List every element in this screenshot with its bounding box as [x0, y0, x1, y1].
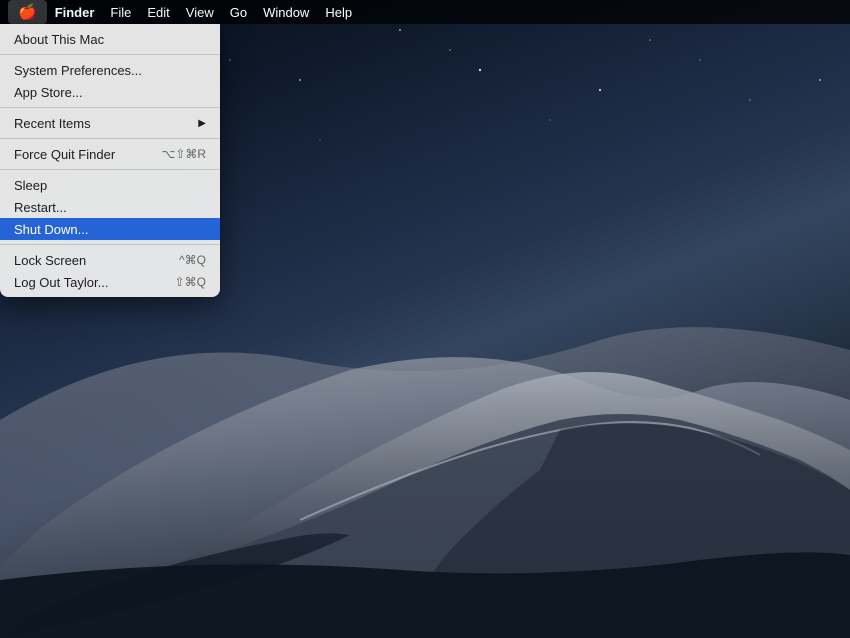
restart-label: Restart...	[14, 200, 67, 215]
force-quit-shortcut: ⌥⇧⌘R	[161, 147, 206, 161]
apple-menu-trigger[interactable]: 🍎	[8, 0, 47, 24]
window-label: Window	[263, 5, 309, 20]
shutdown-item[interactable]: Shut Down...	[0, 218, 220, 240]
separator-4	[0, 169, 220, 170]
lock-screen-item[interactable]: Lock Screen ^⌘Q	[0, 249, 220, 271]
recent-items-label: Recent Items	[14, 116, 91, 131]
shutdown-label: Shut Down...	[14, 222, 88, 237]
file-label: File	[110, 5, 131, 20]
system-preferences-label: System Preferences...	[14, 63, 142, 78]
recent-items-item[interactable]: Recent Items ▶	[0, 112, 220, 134]
finder-label: Finder	[55, 5, 95, 20]
finder-menu[interactable]: Finder	[47, 0, 103, 24]
about-this-mac-item[interactable]: About This Mac	[0, 28, 220, 50]
file-menu[interactable]: File	[102, 0, 139, 24]
about-this-mac-label: About This Mac	[14, 32, 104, 47]
edit-menu[interactable]: Edit	[139, 0, 177, 24]
recent-items-arrow-icon: ▶	[198, 118, 206, 129]
force-quit-label: Force Quit Finder	[14, 147, 115, 162]
separator-3	[0, 138, 220, 139]
menubar: 🍎 Finder File Edit View Go Window Help	[0, 0, 850, 24]
sleep-item[interactable]: Sleep	[0, 174, 220, 196]
separator-5	[0, 244, 220, 245]
lock-screen-shortcut: ^⌘Q	[179, 253, 206, 267]
view-menu[interactable]: View	[178, 0, 222, 24]
logout-shortcut: ⇧⌘Q	[175, 275, 206, 289]
edit-label: Edit	[147, 5, 169, 20]
apple-dropdown-menu: About This Mac System Preferences... App…	[0, 24, 220, 297]
force-quit-item[interactable]: Force Quit Finder ⌥⇧⌘R	[0, 143, 220, 165]
app-store-label: App Store...	[14, 85, 83, 100]
window-menu[interactable]: Window	[255, 0, 317, 24]
go-label: Go	[230, 5, 247, 20]
separator-2	[0, 107, 220, 108]
go-menu[interactable]: Go	[222, 0, 255, 24]
app-store-item[interactable]: App Store...	[0, 81, 220, 103]
logout-label: Log Out Taylor...	[14, 275, 108, 290]
logout-item[interactable]: Log Out Taylor... ⇧⌘Q	[0, 271, 220, 293]
help-menu[interactable]: Help	[317, 0, 360, 24]
separator-1	[0, 54, 220, 55]
sleep-label: Sleep	[14, 178, 47, 193]
apple-logo-icon: 🍎	[18, 3, 37, 21]
view-label: View	[186, 5, 214, 20]
lock-screen-label: Lock Screen	[14, 253, 86, 268]
help-label: Help	[325, 5, 352, 20]
restart-item[interactable]: Restart...	[0, 196, 220, 218]
system-preferences-item[interactable]: System Preferences...	[0, 59, 220, 81]
